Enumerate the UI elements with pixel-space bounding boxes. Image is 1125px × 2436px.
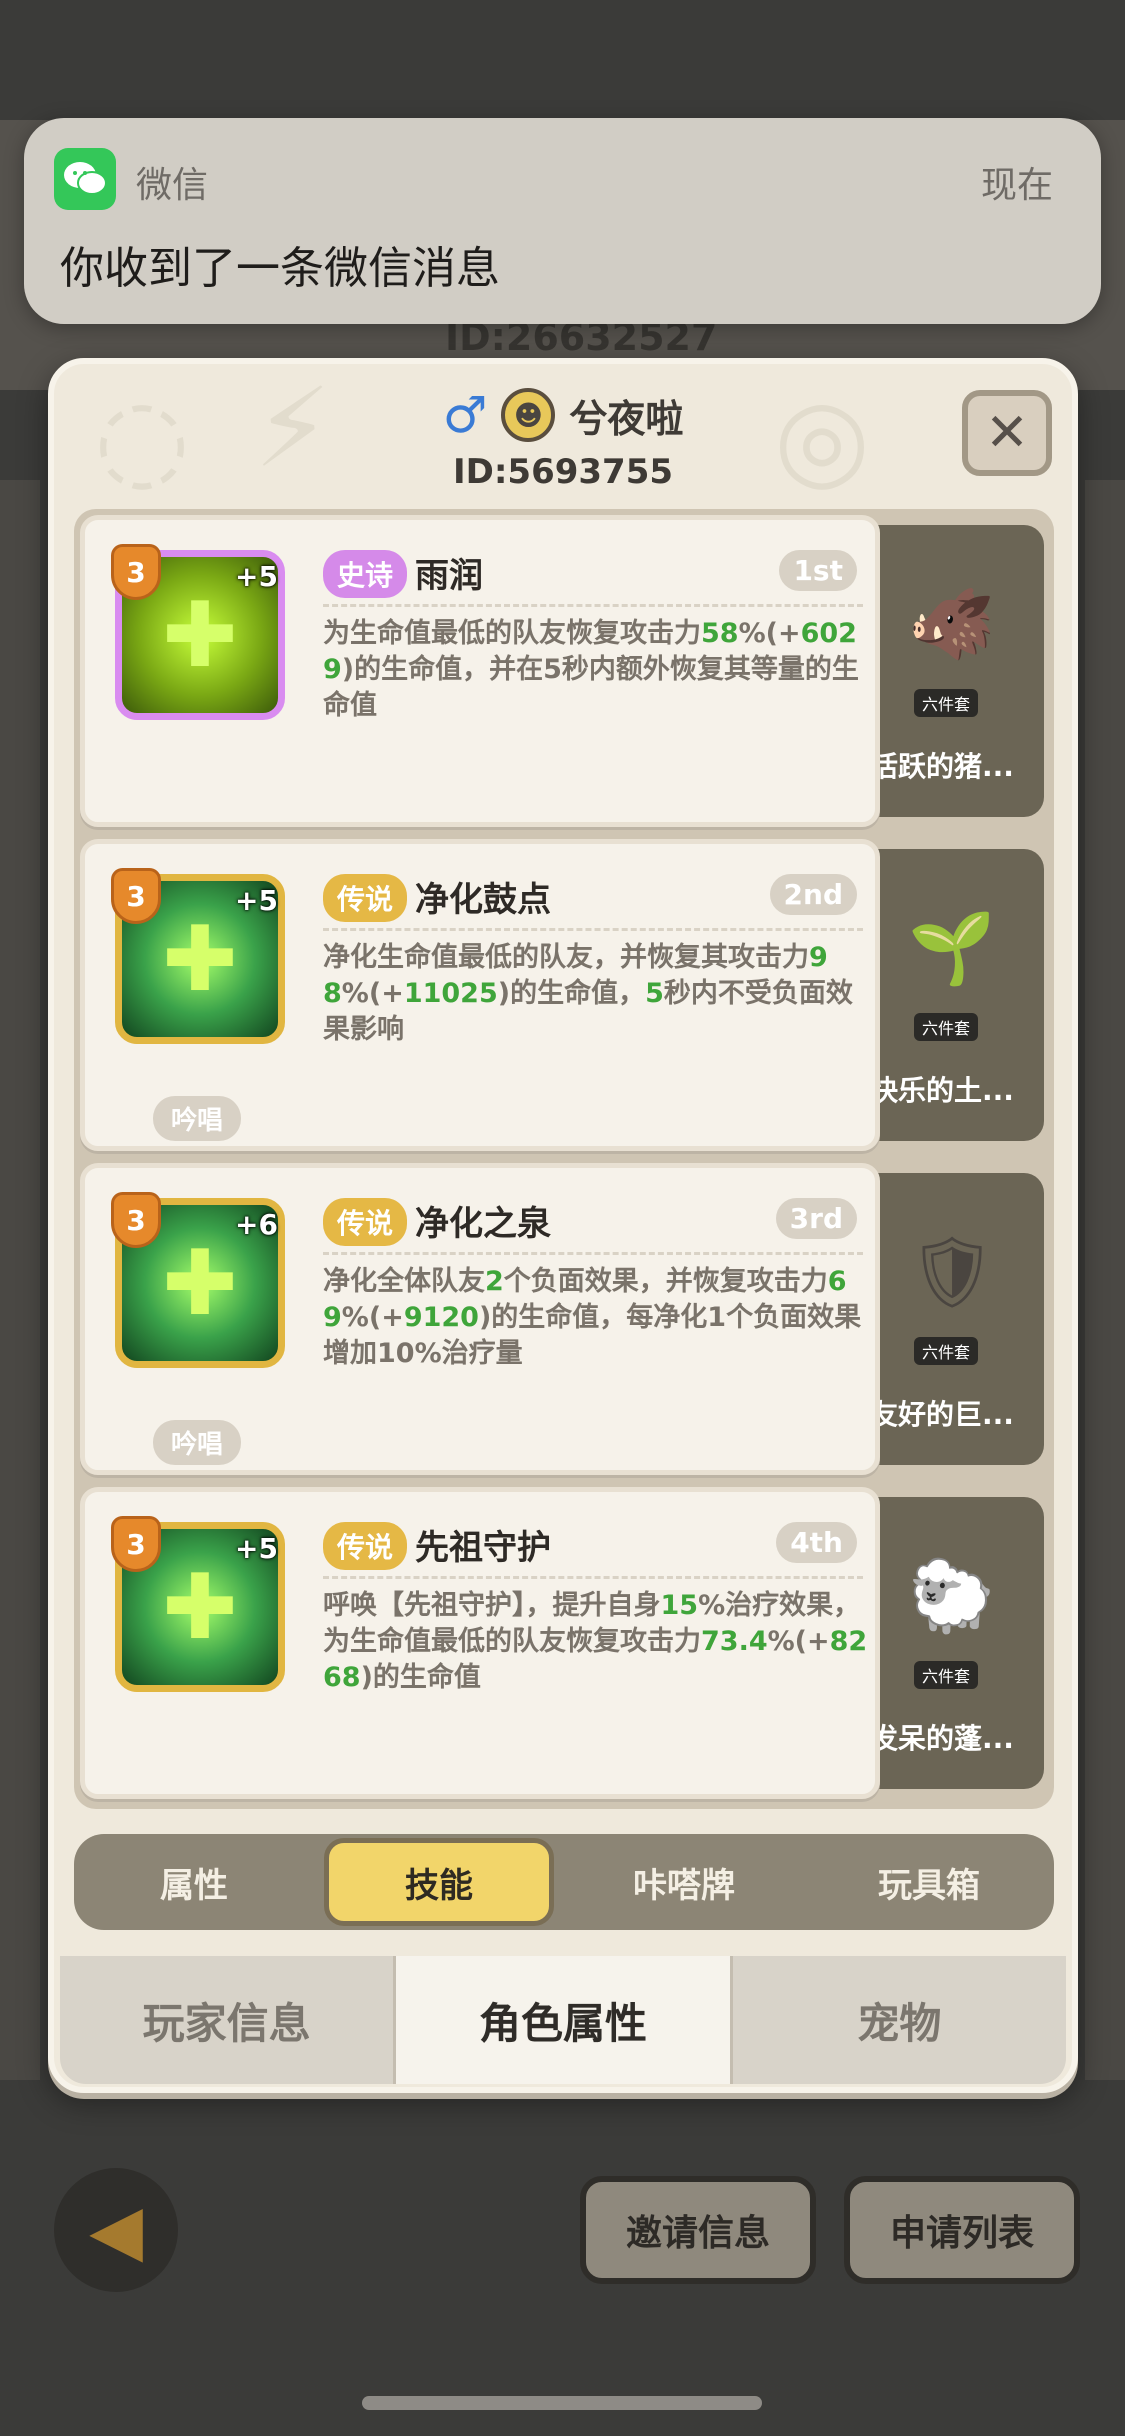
player-id: ID:5693755: [452, 452, 674, 492]
desc-segment: 净化全体队友: [323, 1266, 485, 1297]
skill-name: 雨润: [415, 556, 483, 596]
skill-level-badge: 3: [111, 544, 161, 600]
pet-name: 发呆的蓬...: [870, 1722, 1014, 1755]
bottom-tab[interactable]: 玩家信息: [60, 1956, 397, 2084]
skill-plus-badge: +6: [235, 1208, 278, 1241]
close-button[interactable]: ✕: [962, 390, 1052, 476]
chant-tag: 吟唱: [153, 1096, 242, 1141]
pet-set-badge: 六件套: [914, 689, 979, 717]
desc-segment: %(+: [341, 978, 404, 1009]
chant-tag: 吟唱: [153, 1420, 242, 1465]
bottom-tab[interactable]: 角色属性: [396, 1956, 733, 2084]
back-button[interactable]: ◀: [54, 2168, 178, 2292]
inner-tab[interactable]: 玩具箱: [814, 1834, 1044, 1930]
desc-segment: )的生命值，并在5秒内额外恢复其等量的生命值: [323, 654, 859, 721]
skill-rank-tag: 3rd: [775, 1198, 857, 1239]
desc-segment: 11025: [403, 978, 498, 1009]
background-left-edge: [0, 480, 40, 2080]
skill-rank-tag: 2nd: [769, 874, 857, 915]
skill-description: 为生命值最低的队友恢复攻击力58%(+6029)的生命值，并在5秒内额外恢复其等…: [323, 616, 868, 724]
male-gender-icon: ♂: [442, 386, 488, 444]
skill-description: 呼唤【先祖守护】，提升自身15%治疗效果，为生命值最低的队友恢复攻击力73.4%…: [323, 1588, 868, 1696]
background-right-edge: [1085, 480, 1125, 2080]
pet-figure-icon: 🐑: [908, 1554, 996, 1637]
skill-card[interactable]: ✚ 3 +5 吟唱 传说 净化鼓点 2nd 净化生命值最低的队友，并恢复其攻击力…: [80, 839, 880, 1151]
skill-level-badge: 3: [111, 868, 161, 924]
inner-tab[interactable]: 属性: [79, 1834, 309, 1930]
pet-figure-icon: 🐗: [908, 582, 996, 665]
desc-segment: 个负面效果，并恢复攻击力: [503, 1266, 828, 1297]
divider: [323, 604, 863, 607]
desc-segment: %(+: [341, 1302, 404, 1333]
rarity-tag: 史诗: [323, 550, 408, 598]
desc-segment: )的生命值: [360, 1662, 481, 1693]
player-name: 兮夜啦: [569, 396, 684, 441]
pet-name: 快乐的土...: [870, 1074, 1014, 1107]
pet-set-badge: 六件套: [914, 1337, 979, 1365]
wechat-notification[interactable]: 微信 现在 你收到了一条微信消息: [24, 118, 1101, 324]
desc-segment: 73.4: [701, 1626, 768, 1657]
desc-segment: 为生命值最低的队友恢复攻击力: [323, 618, 701, 649]
skill-rank-tag: 4th: [776, 1522, 857, 1563]
bottom-tab[interactable]: 宠物: [733, 1956, 1066, 2084]
skill-row[interactable]: 🐗 六件套 活跃的猪... ✚ 3 +5 史诗 雨润 1st 为生命值最低的队友…: [80, 515, 1048, 827]
skill-row[interactable]: 🐑 六件套 发呆的蓬... ✚ 3 +5 传说 先祖守护 4th 呼唤【先祖守护…: [80, 1487, 1048, 1799]
inner-tab[interactable]: 咔嗒牌: [569, 1834, 799, 1930]
notification-app-name: 微信: [136, 165, 209, 206]
avatar: ☻: [501, 388, 556, 442]
apply-list-button[interactable]: 申请列表: [844, 2176, 1080, 2284]
skills-list[interactable]: 🐗 六件套 活跃的猪... ✚ 3 +5 史诗 雨润 1st 为生命值最低的队友…: [74, 509, 1054, 1809]
desc-segment: 15: [660, 1590, 699, 1621]
desc-segment: 5: [645, 978, 664, 1009]
desc-segment: %(+: [738, 618, 801, 649]
pet-figure-icon: 🌱: [908, 906, 996, 989]
close-icon: ✕: [985, 403, 1029, 463]
skill-card[interactable]: ✚ 3 +5 史诗 雨润 1st 为生命值最低的队友恢复攻击力58%(+6029…: [80, 515, 880, 827]
pet-set-badge: 六件套: [914, 1013, 979, 1041]
back-arrow-icon: ◀: [89, 2189, 143, 2271]
pet-name: 活跃的猪...: [870, 750, 1014, 783]
desc-segment: 2: [485, 1266, 504, 1297]
desc-segment: 9120: [403, 1302, 479, 1333]
skill-card[interactable]: ✚ 3 +6 吟唱 传说 净化之泉 3rd 净化全体队友2个负面效果，并恢复攻击…: [80, 1163, 880, 1475]
skill-card[interactable]: ✚ 3 +5 传说 先祖守护 4th 呼唤【先祖守护】，提升自身15%治疗效果，…: [80, 1487, 880, 1799]
skill-level-badge: 3: [111, 1516, 161, 1572]
skill-name: 净化鼓点: [415, 880, 551, 920]
pet-name: 友好的巨...: [870, 1398, 1014, 1431]
desc-segment: 呼唤【先祖守护】，提升自身: [323, 1590, 661, 1621]
pet-set-badge: 六件套: [914, 1661, 979, 1689]
skill-description: 净化生命值最低的队友，并恢复其攻击力98%(+11025)的生命值，5秒内不受负…: [323, 940, 868, 1048]
skill-row[interactable]: 🛡 六件套 友好的巨... ✚ 3 +6 吟唱 传说 净化之泉 3rd 净化全体…: [80, 1163, 1048, 1475]
invite-info-button[interactable]: 邀请信息: [580, 2176, 816, 2284]
skill-plus-badge: +5: [235, 884, 278, 917]
skill-plus-badge: +5: [235, 1532, 278, 1565]
skill-level-badge: 3: [111, 1192, 161, 1248]
player-header: ♂ ☻ 兮夜啦 ID:5693755: [54, 386, 1072, 492]
skill-plus-badge: +5: [235, 560, 278, 593]
skill-name: 净化之泉: [415, 1204, 551, 1244]
player-info-panel: ◌ ⚡ ◎ ♂ ☻ 兮夜啦 ID:5693755 ✕ 🐗 六件套 活跃的猪...…: [48, 358, 1078, 2093]
divider: [323, 1252, 863, 1255]
skill-row[interactable]: 🌱 六件套 快乐的土... ✚ 3 +5 吟唱 传说 净化鼓点 2nd 净化生命…: [80, 839, 1048, 1151]
divider: [323, 928, 863, 931]
inner-tab[interactable]: 技能: [324, 1838, 554, 1926]
skill-description: 净化全体队友2个负面效果，并恢复攻击力69%(+9120)的生命值，每净化1个负…: [323, 1264, 868, 1372]
pet-figure-icon: 🛡: [907, 1230, 997, 1313]
desc-segment: )的生命值，: [497, 978, 646, 1009]
notification-message: 你收到了一条微信消息: [60, 243, 500, 294]
notification-time: 现在: [980, 165, 1053, 206]
home-indicator[interactable]: [362, 2396, 762, 2410]
rarity-tag: 传说: [323, 1198, 408, 1246]
rarity-tag: 传说: [323, 1522, 408, 1570]
skill-name: 先祖守护: [415, 1528, 551, 1568]
divider: [323, 1576, 863, 1579]
rarity-tag: 传说: [323, 874, 408, 922]
desc-segment: %(+: [767, 1626, 830, 1657]
bottom-tab-bar: 玩家信息 角色属性 宠物: [60, 1956, 1066, 2084]
wechat-icon: [54, 148, 116, 210]
inner-tab-bar: 属性 技能 咔嗒牌 玩具箱: [74, 1834, 1054, 1930]
desc-segment: 58: [701, 618, 739, 649]
desc-segment: 净化生命值最低的队友，并恢复其攻击力: [323, 942, 809, 973]
skill-rank-tag: 1st: [779, 550, 857, 591]
